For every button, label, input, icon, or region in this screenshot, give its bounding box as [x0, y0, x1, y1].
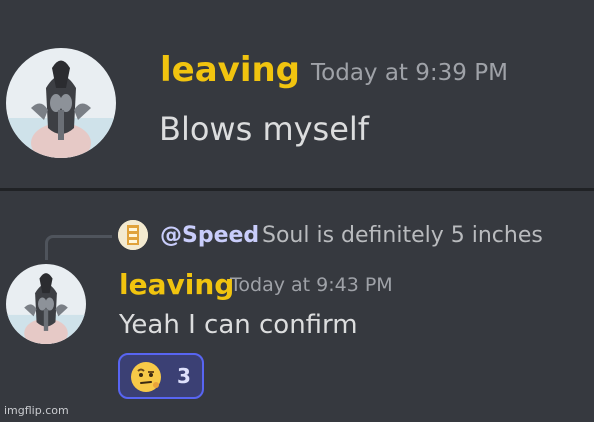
message-username[interactable]: leaving [160, 50, 300, 90]
message-content: Blows myself [159, 110, 370, 148]
raised-eyebrow-emoji-icon [130, 361, 162, 397]
message-group-1: leaving Today at 9:39 PM Blows myself [0, 0, 594, 188]
message-username[interactable]: leaving [119, 268, 234, 301]
user-avatar-icon[interactable] [6, 264, 86, 344]
message-group-2: @Speed Soul is definitely 5 inches leavi… [0, 191, 594, 422]
reply-mention[interactable]: @Speed [160, 223, 259, 248]
message-content: Yeah I can confirm [119, 310, 358, 340]
watermark: imgflip.com [4, 404, 69, 417]
reply-preview-text[interactable]: Soul is definitely 5 inches [262, 223, 543, 248]
reply-user-avatar-icon[interactable] [118, 220, 148, 250]
reply-connector-line [45, 235, 112, 260]
user-avatar-icon[interactable] [6, 48, 116, 158]
reaction-button[interactable]: 3 [118, 353, 204, 399]
reaction-count: 3 [177, 364, 191, 388]
message-timestamp: Today at 9:43 PM [230, 274, 393, 296]
message-timestamp: Today at 9:39 PM [311, 60, 508, 86]
